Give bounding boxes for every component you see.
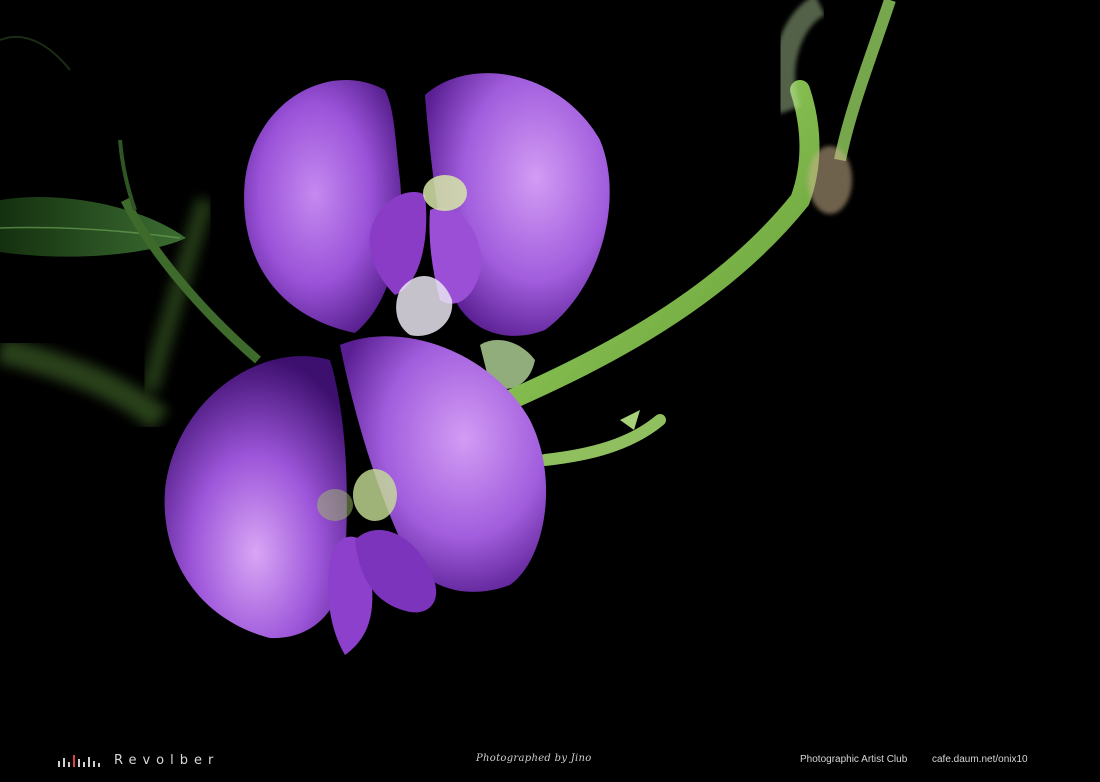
caption-bar: Revolber Photographed by Jino Photograph… [0,740,1100,782]
flower-photo [0,0,1100,782]
side-stem [539,414,666,466]
brand-logo: Revolber [58,750,219,770]
upper-flower-center [423,175,467,211]
club-website: cafe.daum.net/onix10 [932,754,1028,765]
flower-illustration [0,0,896,655]
lower-flower-center [353,469,397,521]
bud [620,410,640,430]
lower-flower-center [317,489,353,521]
bar-graph-logo-icon [58,755,100,767]
club-name: Photographic Artist Club [800,754,908,765]
bud [808,146,852,214]
photo-credit: Photographed by Jino [476,753,592,764]
brand-name: Revolber [114,752,220,768]
upper-stem [834,0,896,162]
tendril [0,35,71,71]
background-stem [0,337,169,430]
upper-flower-left-petal [244,80,402,334]
